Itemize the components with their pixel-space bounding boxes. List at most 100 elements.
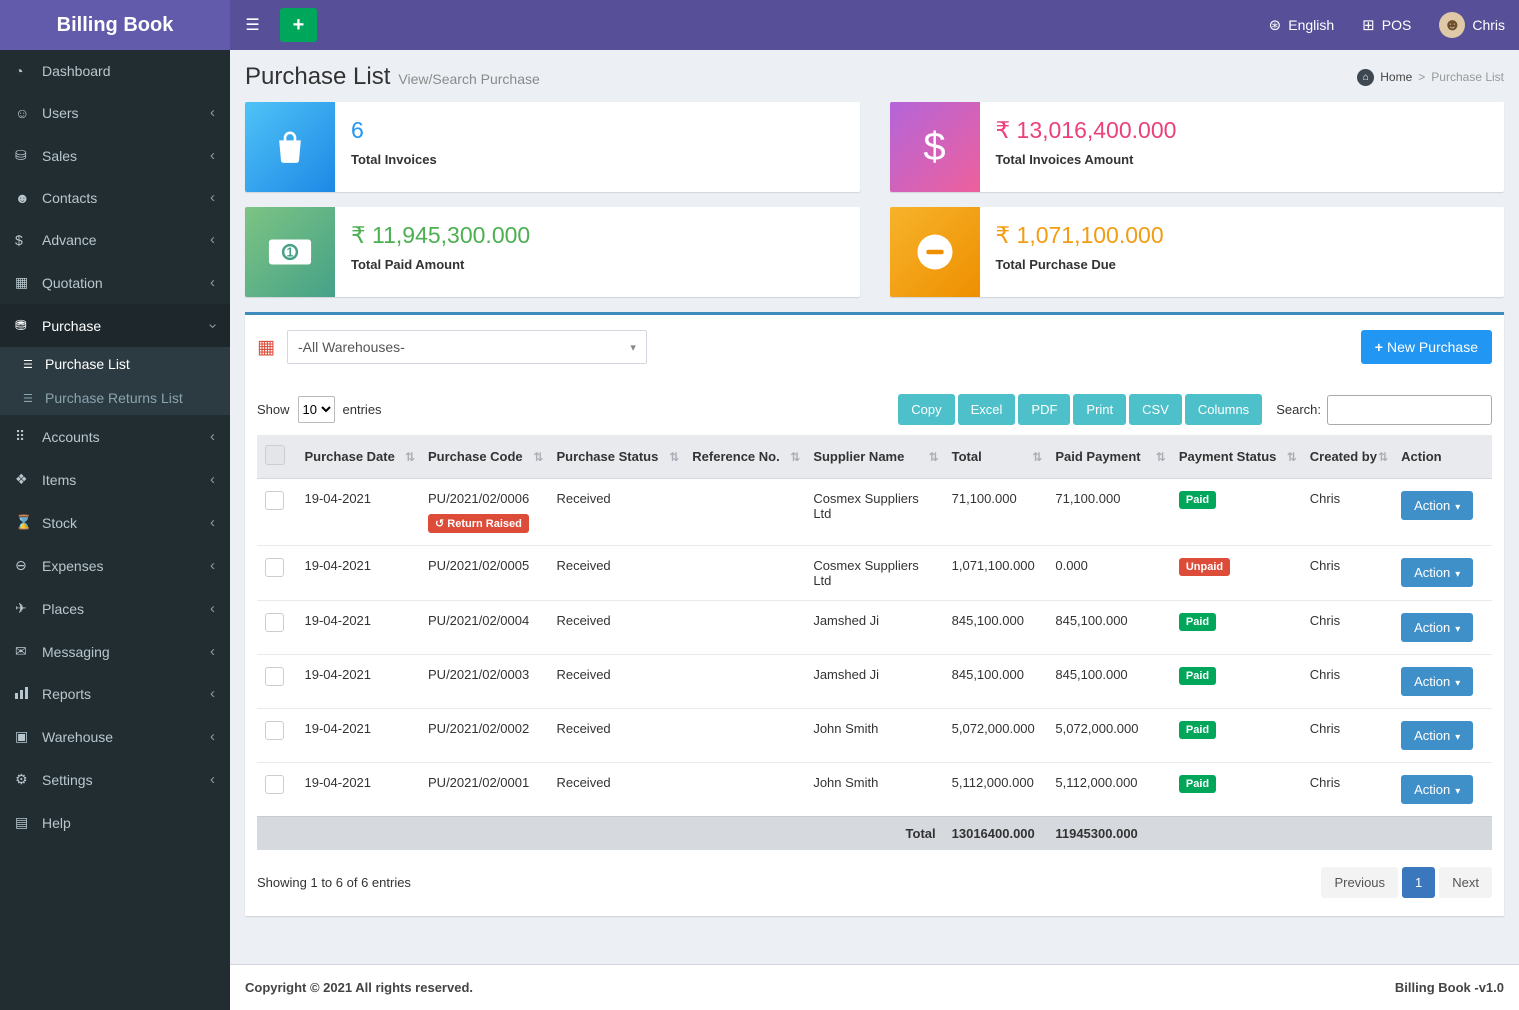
cell-reference-no bbox=[684, 655, 805, 709]
expenses-icon: ⊖ bbox=[15, 557, 42, 574]
cell-payment-status: Paid bbox=[1171, 763, 1302, 817]
action-button[interactable]: Action▾ bbox=[1401, 558, 1473, 587]
users-icon: ☺ bbox=[15, 105, 42, 121]
csv-button[interactable]: CSV bbox=[1129, 394, 1182, 425]
column-header-created-by[interactable]: Created by⇅ bbox=[1302, 435, 1393, 479]
action-button[interactable]: Action▾ bbox=[1401, 613, 1473, 642]
action-button[interactable]: Action▾ bbox=[1401, 667, 1473, 696]
sidebar-item-label: Advance bbox=[42, 232, 96, 248]
payment-status-badge: Paid bbox=[1179, 667, 1216, 685]
sidebar-item-purchase-returns-list[interactable]: ☰Purchase Returns List bbox=[0, 381, 230, 415]
row-checkbox[interactable] bbox=[265, 491, 284, 510]
quick-add-button[interactable]: + bbox=[280, 8, 317, 42]
sidebar-item-stock[interactable]: ⌛Stock‹ bbox=[0, 501, 230, 544]
sidebar-toggle-button[interactable]: ☰ bbox=[230, 0, 275, 50]
sort-icon: ⇅ bbox=[533, 450, 543, 464]
sidebar-item-purchase[interactable]: ⛃Purchase‹ bbox=[0, 304, 230, 347]
column-header-payment-status[interactable]: Payment Status⇅ bbox=[1171, 435, 1302, 479]
footer-total-label: Total bbox=[805, 817, 943, 851]
sidebar-item-warehouse[interactable]: ▣Warehouse‹ bbox=[0, 715, 230, 758]
column-header-total[interactable]: Total⇅ bbox=[944, 435, 1048, 479]
cell-purchase-status: Received bbox=[548, 601, 684, 655]
row-checkbox[interactable] bbox=[265, 667, 284, 686]
row-checkbox[interactable] bbox=[265, 613, 284, 632]
gear-icon: ⚙ bbox=[15, 771, 42, 788]
sidebar-item-advance[interactable]: $Advance‹ bbox=[0, 219, 230, 261]
breadcrumb-home-link[interactable]: Home bbox=[1380, 70, 1412, 84]
sidebar-item-messaging[interactable]: ✉Messaging‹ bbox=[0, 630, 230, 673]
pos-button[interactable]: ⊞POS bbox=[1348, 0, 1425, 50]
sidebar-item-accounts[interactable]: ⠿Accounts‹ bbox=[0, 415, 230, 458]
previous-page-button[interactable]: Previous bbox=[1321, 867, 1398, 898]
return-raised-badge: ↺ Return Raised bbox=[428, 514, 529, 533]
sidebar-item-help[interactable]: ▤Help bbox=[0, 801, 230, 844]
chevron-down-icon: ‹ bbox=[208, 323, 218, 328]
sidebar-item-dashboard[interactable]: ◔Dashboard bbox=[0, 50, 230, 92]
stat-card-total-invoices-amount: $ ₹ 13,016,400.000 Total Invoices Amount bbox=[890, 102, 1505, 192]
pos-label: POS bbox=[1382, 17, 1412, 33]
cell-payment-status: Unpaid bbox=[1171, 546, 1302, 601]
sidebar-item-items[interactable]: ❖Items‹ bbox=[0, 458, 230, 501]
sidebar-item-users[interactable]: ☺Users‹ bbox=[0, 92, 230, 134]
cell-supplier-name: Cosmex Suppliers Ltd bbox=[805, 546, 943, 601]
stat-value: 6 bbox=[351, 117, 437, 144]
sidebar-item-contacts[interactable]: ☻Contacts‹ bbox=[0, 177, 230, 219]
advance-icon: $ bbox=[15, 232, 42, 248]
action-button[interactable]: Action▾ bbox=[1401, 491, 1473, 520]
columns-button[interactable]: Columns bbox=[1185, 394, 1262, 425]
sidebar-item-label: Dashboard bbox=[42, 63, 111, 79]
next-page-button[interactable]: Next bbox=[1439, 867, 1492, 898]
action-button[interactable]: Action▾ bbox=[1401, 721, 1473, 750]
row-checkbox[interactable] bbox=[265, 775, 284, 794]
sidebar-item-quotation[interactable]: ▦Quotation‹ bbox=[0, 261, 230, 304]
column-header-reference-no[interactable]: Reference No.⇅ bbox=[684, 435, 805, 479]
cell-reference-no bbox=[684, 546, 805, 601]
chevron-down-icon: ▾ bbox=[630, 341, 636, 354]
sidebar-item-purchase-list[interactable]: ☰Purchase List bbox=[0, 347, 230, 381]
search-input[interactable] bbox=[1327, 395, 1492, 425]
chevron-left-icon: ‹ bbox=[210, 732, 215, 742]
cell-purchase-status: Received bbox=[548, 655, 684, 709]
sidebar-item-reports[interactable]: Reports‹ bbox=[0, 673, 230, 715]
cell-payment-status: Paid bbox=[1171, 479, 1302, 546]
column-header-paid-payment[interactable]: Paid Payment⇅ bbox=[1047, 435, 1171, 479]
action-button[interactable]: Action▾ bbox=[1401, 775, 1473, 804]
sidebar-item-settings[interactable]: ⚙Settings‹ bbox=[0, 758, 230, 801]
sidebar-item-expenses[interactable]: ⊖Expenses‹ bbox=[0, 544, 230, 587]
new-purchase-button[interactable]: +New Purchase bbox=[1361, 330, 1492, 364]
column-header-purchase-date[interactable]: Purchase Date⇅ bbox=[297, 435, 421, 479]
cell-payment-status: Paid bbox=[1171, 655, 1302, 709]
copy-button[interactable]: Copy bbox=[898, 394, 954, 425]
sort-icon: ⇅ bbox=[1378, 450, 1388, 464]
print-button[interactable]: Print bbox=[1073, 394, 1126, 425]
column-header-purchase-status[interactable]: Purchase Status⇅ bbox=[548, 435, 684, 479]
page-number-button[interactable]: 1 bbox=[1402, 867, 1435, 898]
pdf-button[interactable]: PDF bbox=[1018, 394, 1070, 425]
cell-purchase-date: 19-04-2021 bbox=[297, 655, 421, 709]
user-menu[interactable]: ☻Chris bbox=[1425, 0, 1519, 50]
language-menu[interactable]: ⊛English bbox=[1255, 0, 1349, 50]
footer-total-value: 13016400.000 bbox=[944, 817, 1048, 851]
app-logo[interactable]: Billing Book bbox=[0, 0, 230, 50]
sidebar-item-label: Quotation bbox=[42, 275, 103, 291]
cell-reference-no bbox=[684, 601, 805, 655]
cell-purchase-status: Received bbox=[548, 479, 684, 546]
chevron-left-icon: ‹ bbox=[210, 561, 215, 571]
excel-button[interactable]: Excel bbox=[958, 394, 1016, 425]
row-checkbox[interactable] bbox=[265, 558, 284, 577]
entries-label: entries bbox=[343, 402, 382, 417]
select-all-checkbox[interactable] bbox=[265, 445, 285, 465]
cell-supplier-name: John Smith bbox=[805, 709, 943, 763]
sidebar-item-places[interactable]: ✈Places‹ bbox=[0, 587, 230, 630]
sidebar-item-label: Reports bbox=[42, 686, 91, 702]
caret-down-icon: ▾ bbox=[1455, 732, 1460, 743]
cell-total: 845,100.000 bbox=[944, 601, 1048, 655]
column-header-supplier-name[interactable]: Supplier Name⇅ bbox=[805, 435, 943, 479]
pagination: Previous 1 Next bbox=[1321, 867, 1492, 898]
warehouse-select[interactable]: -All Warehouses- ▾ bbox=[287, 330, 647, 364]
column-header-purchase-code[interactable]: Purchase Code⇅ bbox=[420, 435, 548, 479]
sort-icon: ⇅ bbox=[669, 450, 679, 464]
sidebar-item-sales[interactable]: ⛁Sales‹ bbox=[0, 134, 230, 177]
row-checkbox[interactable] bbox=[265, 721, 284, 740]
page-length-select[interactable]: 10 bbox=[298, 396, 335, 423]
